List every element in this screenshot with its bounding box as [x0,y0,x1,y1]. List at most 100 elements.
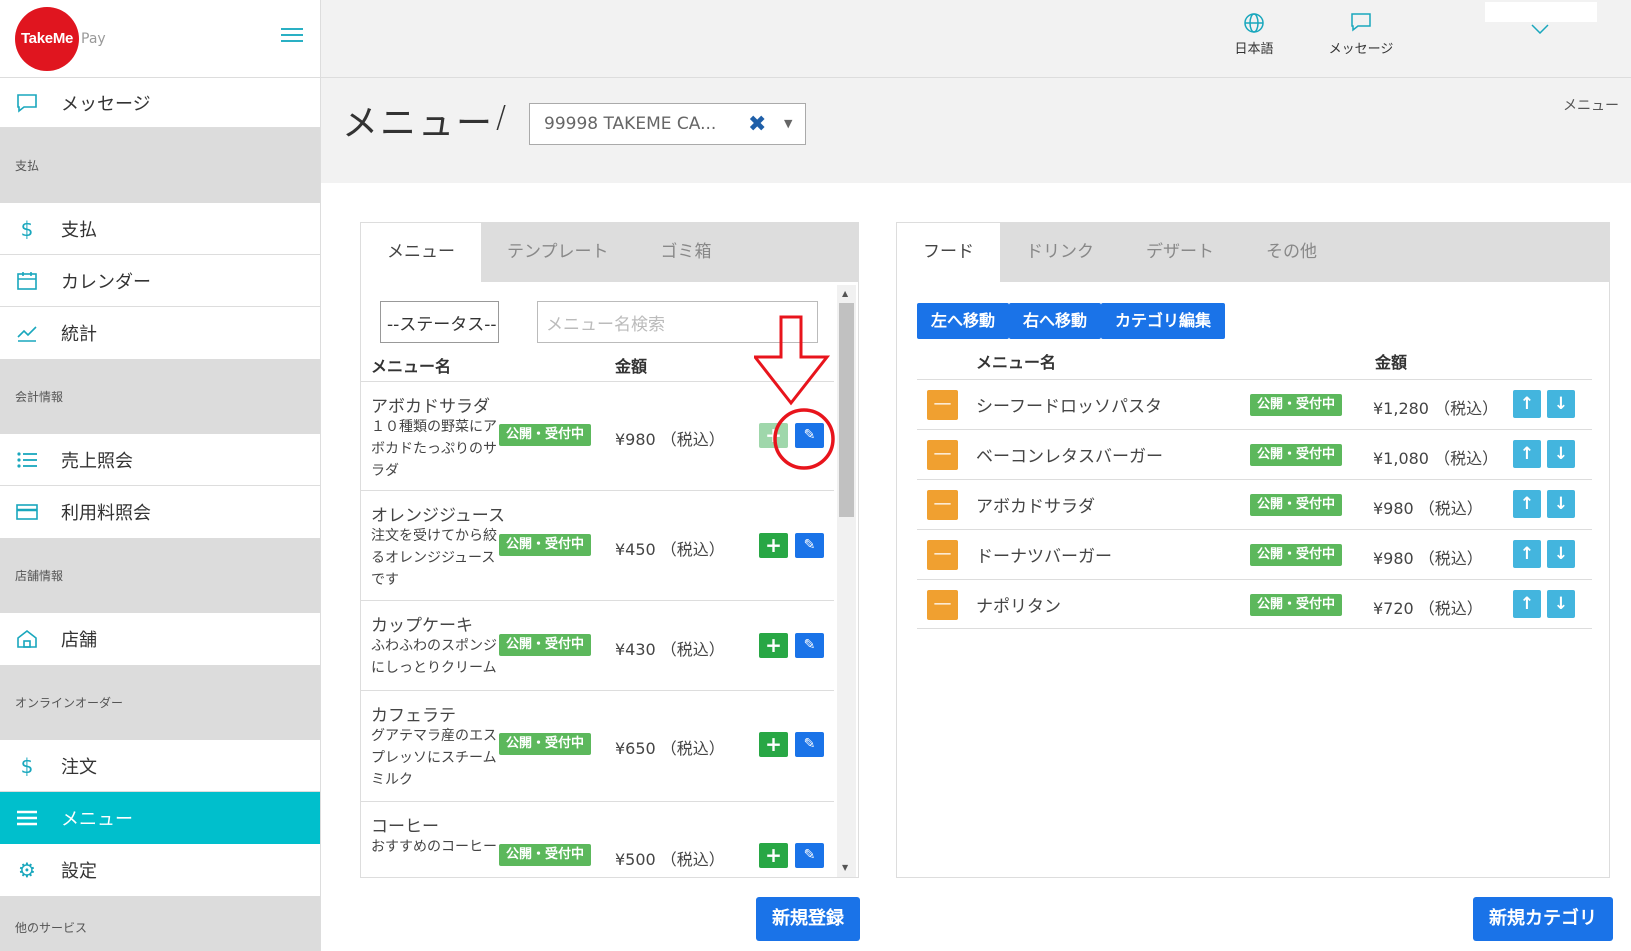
edit-category-button[interactable]: カテゴリ編集 [1101,303,1226,339]
move-down-button[interactable]: ↓ [1547,390,1575,418]
caret-down-icon[interactable]: ▼ [784,117,792,130]
new-menu-button[interactable]: 新規登録 [756,897,860,941]
chevron-down-icon[interactable] [1531,22,1549,38]
remove-button[interactable]: — [927,590,958,620]
move-up-button[interactable]: ↑ [1513,440,1541,468]
menu-item-desc: おすすめのコーヒー [371,839,497,855]
tab-template[interactable]: テンプレート [481,223,635,282]
move-down-button[interactable]: ↓ [1547,440,1575,468]
column-header-name: メニュー名 [371,357,452,376]
status-badge: 公開・受付中 [499,733,592,755]
sidebar-item-payments[interactable]: $ 支払 [0,203,320,255]
menu-lines-icon [15,806,39,830]
move-left-button[interactable]: 左へ移動 [917,303,1010,339]
sidebar-section-title: 店舗情報 [0,538,320,613]
sidebar-item-menu[interactable]: メニュー [0,792,320,844]
move-down-button[interactable]: ↓ [1547,490,1575,518]
hamburger-menu-icon[interactable] [281,28,303,44]
move-up-button[interactable]: ↑ [1513,540,1541,568]
menu-item-price: ¥980 （税込） [615,430,725,449]
sidebar-item-settings[interactable]: ⚙ 設定 [0,844,320,896]
sidebar-item-label: 統計 [61,324,97,345]
add-to-category-button[interactable]: + [759,533,788,558]
new-category-button[interactable]: 新規カテゴリ [1473,897,1613,941]
table-row[interactable]: — アボカドサラダ 公開・受付中 ¥980 （税込） ↑ ↓ [917,479,1592,529]
sidebar-item-label: カレンダー [61,271,151,293]
tab-other[interactable]: その他 [1240,223,1343,282]
store-select[interactable]: 99998 TAKEME CA... ✖ ▼ [529,103,806,145]
table-row[interactable]: — ナポリタン 公開・受付中 ¥720 （税込） ↑ ↓ [917,579,1592,629]
move-down-button[interactable]: ↓ [1547,590,1575,618]
sidebar-section-title: 他のサービス [0,896,320,951]
edit-button[interactable]: ✎ [795,533,824,558]
brand-logo[interactable]: TakeMe [15,6,79,71]
remove-button[interactable]: — [927,440,958,470]
move-up-button[interactable]: ↑ [1513,390,1541,418]
add-to-category-button[interactable]: + [759,633,788,658]
sidebar-item-stats[interactable]: 統計 [0,307,320,359]
menu-item-name: オレンジジュース [371,506,505,526]
dollar-icon: $ [20,216,34,241]
sidebar-section-title: オンラインオーダー [0,665,320,740]
remove-button[interactable]: — [927,390,958,420]
status-badge: 公開・受付中 [499,424,592,446]
tab-trash[interactable]: ゴミ箱 [635,223,738,282]
sidebar-item-orders[interactable]: $ 注文 [0,740,320,792]
sidebar-item-label: 設定 [61,861,97,882]
tab-food[interactable]: フード [897,223,1000,282]
sidebar-item-store[interactable]: 店舗 [0,613,320,665]
sidebar-item-label: 支払 [61,219,97,241]
status-filter-select[interactable]: --ステータス-- [380,301,499,343]
edit-button[interactable]: ✎ [795,732,824,757]
sidebar-item-calendar[interactable]: カレンダー [0,255,320,307]
globe-icon [1229,12,1279,38]
menu-item-name: コーヒー [371,817,439,837]
line-chart-icon [15,321,39,345]
tab-drink[interactable]: ドリンク [1000,223,1120,282]
sidebar-item-sales[interactable]: 売上照会 [0,434,320,486]
sidebar-item-label: 売上照会 [61,450,133,472]
table-row[interactable]: コーヒー おすすめのコーヒー 公開・受付中 ¥500 （税込） + ✎ [361,801,834,877]
table-row[interactable]: — シーフードロッソパスタ 公開・受付中 ¥1,280 （税込） ↑ ↓ [917,379,1592,429]
list-icon [15,448,39,472]
status-badge: 公開・受付中 [1250,494,1343,516]
store-select-value: 99998 TAKEME CA... [544,114,717,134]
table-row[interactable]: カップケーキ ふわふわのスポンジにしっとりクリーム 公開・受付中 ¥430 （税… [361,600,834,690]
move-up-button[interactable]: ↑ [1513,590,1541,618]
table-row[interactable]: カフェラテ グアテマラ産のエスプレッソにスチームミルク 公開・受付中 ¥650 … [361,690,834,801]
table-row[interactable]: — ドーナツバーガー 公開・受付中 ¥980 （税込） ↑ ↓ [917,529,1592,579]
status-badge: 公開・受付中 [1250,394,1343,416]
sidebar-item-fees[interactable]: 利用料照会 [0,486,320,538]
page-title: メニュー [342,103,495,144]
scroll-up-arrow[interactable]: ▲ [842,289,848,298]
menu-item-price: ¥650 （税込） [615,739,725,758]
tab-menu[interactable]: メニュー [361,223,481,282]
add-to-category-button[interactable]: + [759,732,788,757]
move-right-button[interactable]: 右へ移動 [1009,303,1102,339]
tab-dessert[interactable]: デザート [1120,223,1240,282]
column-header-price: 金額 [615,357,648,376]
top-header: 日本語 メッセージ [321,0,1631,78]
add-to-category-button[interactable]: + [759,843,788,868]
scroll-down-arrow[interactable]: ▼ [842,863,848,872]
category-item-price: ¥980 （税込） [1373,549,1483,568]
sidebar-item-messages[interactable]: メッセージ [0,78,320,128]
remove-button[interactable]: — [927,540,958,570]
user-name-box[interactable] [1485,2,1597,22]
edit-button[interactable]: ✎ [795,633,824,658]
annotation-arrow-circle [754,315,835,470]
sidebar-section-title: 会計情報 [0,359,320,434]
sidebar-item-label: メニュー [61,809,133,830]
language-button[interactable]: 日本語 [1229,12,1279,57]
language-label: 日本語 [1234,42,1274,57]
remove-button[interactable]: — [927,490,958,520]
clear-icon[interactable]: ✖ [748,112,766,137]
move-down-button[interactable]: ↓ [1547,540,1575,568]
status-badge: 公開・受付中 [499,534,592,556]
move-up-button[interactable]: ↑ [1513,490,1541,518]
table-row[interactable]: — ベーコンレタスバーガー 公開・受付中 ¥1,080 （税込） ↑ ↓ [917,429,1592,479]
status-badge: 公開・受付中 [1250,444,1343,466]
edit-button[interactable]: ✎ [795,843,824,868]
table-row[interactable]: オレンジジュース 注文を受けてから絞るオレンジジュースです 公開・受付中 ¥45… [361,490,834,600]
messages-button[interactable]: メッセージ [1326,12,1396,57]
